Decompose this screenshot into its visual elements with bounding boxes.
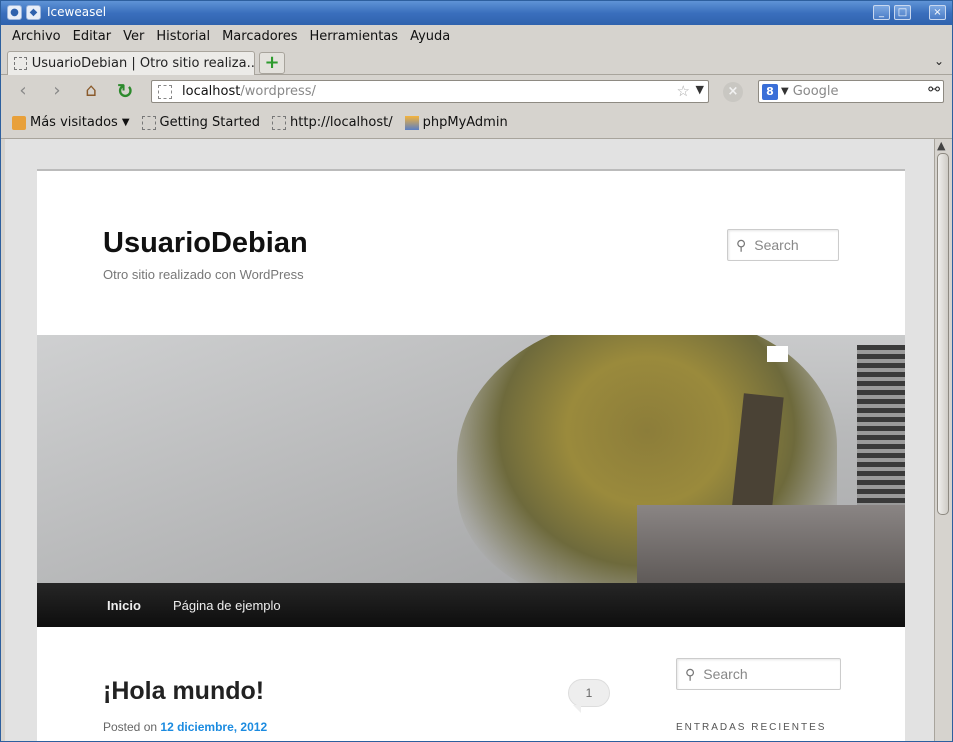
close-button[interactable]: × [929,5,946,20]
tab-list-chevron-icon[interactable]: ⌄ [934,54,944,68]
sticky-icon[interactable]: ◆ [26,5,41,20]
post-meta: Posted on 12 diciembre, 2012 [103,720,267,734]
posted-on-label: Posted on [103,720,158,734]
window-menu-icon[interactable]: ● [7,5,22,20]
bookmarks-toolbar: Más visitados ▼ Getting Started http://l… [1,107,952,139]
widget-title-recent-posts: ENTRADAS RECIENTES [676,722,827,733]
search-icon: ⚲ [736,236,747,253]
url-bar[interactable]: localhost/wordpress/ ☆ ▼ [151,80,709,103]
bookmark-label: Getting Started [159,115,261,130]
bookmark-mas-visitados[interactable]: Más visitados ▼ [12,115,130,130]
binoculars-icon[interactable]: ⚯ [928,82,940,98]
url-history-dropdown-icon[interactable]: ▼ [696,83,704,96]
page-viewport[interactable]: UsuarioDebian Otro sitio realizado con W… [5,139,934,741]
url-host: localhost [182,84,241,99]
wordpress-page: UsuarioDebian Otro sitio realizado con W… [37,169,905,741]
tab-usuariodebian[interactable]: UsuarioDebian | Otro sitio realiza... [7,51,255,75]
folder-icon [12,115,26,130]
reload-icon[interactable]: ↻ [113,80,137,102]
post-title[interactable]: ¡Hola mundo! [103,677,264,706]
new-tab-button[interactable]: + [259,52,285,74]
bookmark-favicon-icon [141,115,156,130]
stop-icon[interactable]: × [723,82,743,102]
search-engine-dropdown-icon[interactable]: ▼ [781,86,789,97]
search-placeholder: Search [754,237,799,253]
star-icon[interactable]: ☆ [677,82,690,100]
menu-bar: Archivo Editar Ver Historial Marcadores … [1,25,952,48]
forward-arrow-icon[interactable]: › [45,80,69,102]
header-image-marker [767,346,788,362]
bookmark-favicon-icon [272,115,287,130]
url-path: /wordpress/ [240,84,316,99]
window-app-icons: ● ◆ [7,5,41,20]
vertical-scrollbar[interactable]: ▲ [934,139,951,741]
bookmark-label: phpMyAdmin [422,115,508,130]
site-description: Otro sitio realizado con WordPress [103,267,304,282]
search-engine-icon[interactable]: 8 [762,83,778,100]
main-navigation: Inicio Página de ejemplo [37,583,905,627]
site-title[interactable]: UsuarioDebian [103,227,308,260]
bookmark-getting-started[interactable]: Getting Started [141,115,261,130]
comment-count-bubble[interactable]: 1 [568,679,610,713]
header-image-stairs [857,345,905,515]
menu-historial[interactable]: Historial [156,29,210,44]
menu-marcadores[interactable]: Marcadores [222,29,297,44]
site-identity-icon[interactable] [158,84,172,99]
menu-editar[interactable]: Editar [73,29,112,44]
header-search-input[interactable]: ⚲ Search [727,229,839,261]
menu-ver[interactable]: Ver [123,29,144,44]
title-bar[interactable]: ● ◆ Iceweasel _ □ × [1,1,952,25]
bookmark-phpmyadmin[interactable]: phpMyAdmin [404,115,508,130]
nav-item-pagina-de-ejemplo[interactable]: Página de ejemplo [173,598,281,613]
browser-search-bar[interactable]: 8 ▼ Google ⚯ [758,80,944,103]
tab-strip: UsuarioDebian | Otro sitio realiza... + … [1,48,952,75]
header-image-ground [637,505,905,583]
window-title: Iceweasel [47,5,107,19]
minimize-button[interactable]: _ [873,5,890,20]
home-icon[interactable]: ⌂ [79,80,103,102]
maximize-button[interactable]: □ [894,5,911,20]
browser-window: ● ◆ Iceweasel _ □ × Archivo Editar Ver H… [0,0,953,742]
header-image[interactable] [37,335,905,583]
navigation-toolbar: ‹ › ⌂ ↻ localhost/wordpress/ ☆ ▼ × 8 ▼ G… [1,75,952,107]
bookmark-localhost[interactable]: http://localhost/ [272,115,393,130]
nav-item-inicio[interactable]: Inicio [107,598,141,613]
menu-archivo[interactable]: Archivo [12,29,61,44]
phpmyadmin-icon [404,115,419,130]
bookmark-label: http://localhost/ [290,115,393,130]
search-placeholder: Search [703,666,748,682]
window-controls: _ □ × [873,5,946,20]
scrollbar-thumb[interactable] [937,153,949,515]
scroll-up-icon[interactable]: ▲ [937,139,945,152]
post-date-link[interactable]: 12 diciembre, 2012 [160,720,267,734]
tab-label: UsuarioDebian | Otro sitio realiza... [31,56,254,71]
browser-search-placeholder: Google [792,84,839,99]
back-arrow-icon[interactable]: ‹ [11,80,35,102]
sidebar-search-input[interactable]: ⚲ Search [676,658,841,690]
menu-ayuda[interactable]: Ayuda [410,29,450,44]
page-favicon-icon [14,57,27,70]
search-icon: ⚲ [685,665,696,682]
menu-herramientas[interactable]: Herramientas [310,29,399,44]
bookmark-label: Más visitados [30,115,118,130]
chevron-down-icon: ▼ [121,117,130,128]
